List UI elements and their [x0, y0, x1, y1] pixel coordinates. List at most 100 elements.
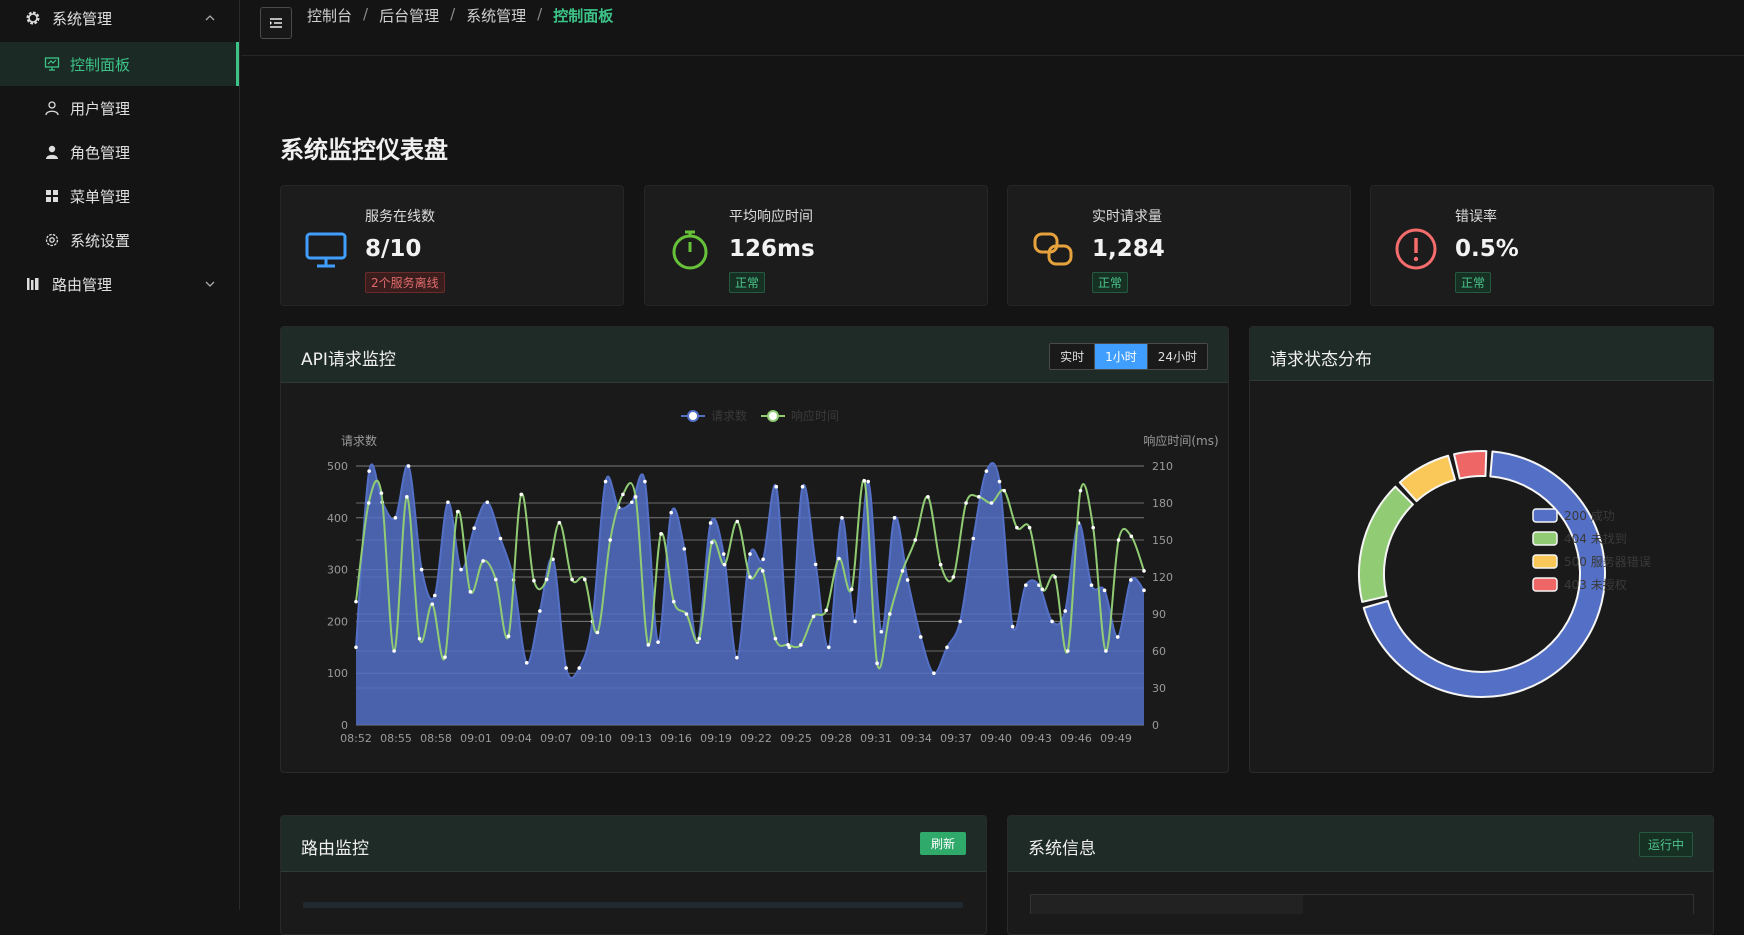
- legend-label: 200 成功: [1564, 509, 1615, 523]
- panel-title: 系统信息: [1028, 839, 1096, 859]
- pie-slice: [1398, 454, 1456, 503]
- data-point: [984, 469, 989, 473]
- pie-slice: [1453, 450, 1488, 480]
- range-realtime-button[interactable]: 实时: [1050, 344, 1096, 369]
- data-point: [735, 519, 740, 524]
- data-point: [443, 655, 447, 659]
- data-point: [800, 484, 805, 489]
- data-point: [938, 562, 943, 567]
- data-point: [722, 562, 727, 567]
- sidebar-item-menus[interactable]: 菜单管理: [0, 174, 239, 218]
- data-point: [406, 464, 411, 468]
- data-point: [989, 501, 994, 505]
- stat-value: 1,284: [1092, 236, 1165, 262]
- api-monitor-panel: API请求监控 实时 1小时 24小时 请求数 响应时间 请求数 响应时间(ms) 0 3…: [280, 326, 1229, 773]
- settings-icon: [44, 232, 60, 248]
- y-tick-left: 300: [327, 564, 348, 577]
- sidebar-item-settings[interactable]: 系统设置: [0, 218, 239, 262]
- stopwatch-icon: [672, 230, 708, 270]
- data-point: [813, 562, 818, 567]
- breadcrumb-current: 控制面板: [553, 7, 614, 25]
- data-point: [1129, 534, 1134, 539]
- sidebar-group-label: 路由管理: [52, 275, 113, 294]
- x-tick-label: 09:46: [1060, 732, 1092, 745]
- data-point: [671, 599, 676, 604]
- stat-label: 实时请求量: [1092, 209, 1162, 225]
- sidebar-group-routes[interactable]: 路由管理: [0, 266, 239, 302]
- data-point: [419, 567, 424, 572]
- data-point: [669, 510, 673, 515]
- data-point: [494, 577, 498, 582]
- data-point: [774, 484, 779, 489]
- range-1h-button[interactable]: 1小时: [1095, 344, 1148, 369]
- refresh-button[interactable]: 刷新: [919, 832, 966, 855]
- data-point: [633, 495, 638, 499]
- data-point: [879, 629, 884, 634]
- sidebar-group-system[interactable]: 系统管理: [0, 0, 239, 36]
- x-tick-label: 09:16: [660, 732, 692, 745]
- data-point: [417, 636, 422, 641]
- data-point: [926, 495, 930, 499]
- data-point: [519, 492, 524, 497]
- breadcrumb-item[interactable]: 控制台: [307, 5, 352, 26]
- y-tick-right: 60: [1152, 645, 1166, 658]
- data-point: [913, 538, 918, 542]
- data-point: [786, 643, 790, 647]
- stat-value: 126ms: [729, 236, 815, 262]
- data-point: [433, 593, 437, 598]
- collapse-menu-button[interactable]: [260, 7, 292, 39]
- data-point: [446, 500, 450, 505]
- stat-label: 错误率: [1455, 209, 1497, 225]
- data-point: [971, 536, 976, 541]
- data-point: [892, 516, 897, 520]
- status-badge: 2个服务离线: [365, 272, 445, 293]
- data-point: [577, 666, 582, 670]
- breadcrumb-item[interactable]: 后台管理: [379, 5, 439, 26]
- panel-title: 请求状态分布: [1270, 350, 1372, 370]
- stat-card-errors: 错误率 0.5% 正常: [1370, 185, 1714, 306]
- pie-slice: [1362, 450, 1606, 698]
- y-tick-right: 180: [1152, 497, 1173, 510]
- sidebar-item-users[interactable]: 用户管理: [0, 86, 239, 130]
- data-point: [1102, 588, 1107, 593]
- panel-title: API请求监控: [301, 350, 396, 370]
- data-point: [455, 509, 460, 514]
- legend-marker: [767, 410, 779, 422]
- data-point: [964, 501, 968, 505]
- data-point: [958, 619, 962, 624]
- breadcrumb-item[interactable]: 系统管理: [466, 5, 526, 26]
- x-tick-label: 09:07: [540, 732, 572, 745]
- stat-card-requests: 实时请求量 1,284 正常: [1007, 185, 1351, 306]
- system-info-table: [1030, 894, 1694, 914]
- data-point: [1024, 583, 1028, 587]
- data-point: [945, 645, 949, 650]
- pie-slice: [1358, 485, 1414, 603]
- panel-title: 路由监控: [301, 839, 369, 859]
- data-point: [538, 609, 542, 613]
- data-point: [481, 559, 485, 563]
- stat-card-services: 服务在线数 8/10 2个服务离线: [280, 185, 624, 306]
- data-point: [524, 661, 529, 665]
- sidebar: 系统管理 控制面板 用户管理 角色管理 菜单管理 系统设置 路由管理: [0, 0, 240, 910]
- range-24h-button[interactable]: 24小时: [1147, 344, 1207, 369]
- data-point: [1002, 488, 1006, 493]
- menu-fold-icon: [270, 18, 282, 28]
- data-point: [748, 552, 752, 556]
- data-point: [710, 540, 714, 545]
- y-tick-right: 210: [1152, 460, 1173, 473]
- data-point: [900, 569, 905, 573]
- legend-label: 403 未授权: [1564, 577, 1627, 592]
- data-point: [392, 649, 396, 653]
- data-point: [405, 495, 409, 499]
- sidebar-item-roles[interactable]: 角色管理: [0, 130, 239, 174]
- x-tick-label: 09:13: [620, 732, 652, 745]
- monitor-icon: [305, 232, 347, 268]
- y-tick-left: 100: [327, 667, 348, 680]
- x-tick-label: 09:43: [1020, 732, 1052, 745]
- data-point: [656, 640, 660, 644]
- data-point: [997, 479, 1002, 484]
- legend-swatch: [1532, 531, 1558, 546]
- data-point: [905, 578, 910, 582]
- sidebar-item-dashboard[interactable]: 控制面板: [0, 42, 239, 86]
- data-point: [773, 636, 778, 641]
